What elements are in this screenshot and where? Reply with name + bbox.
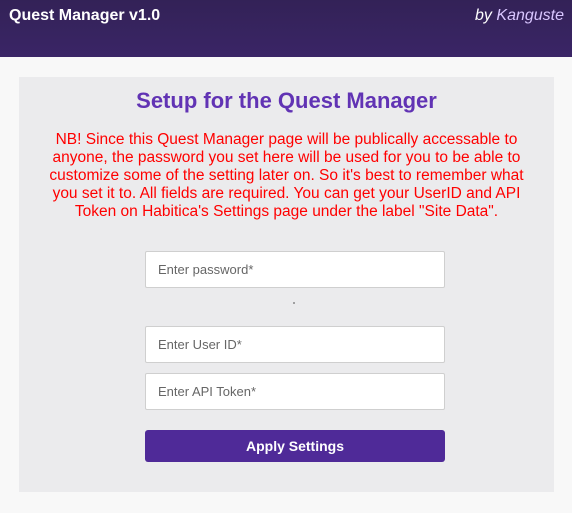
setup-notice: NB! Since this Quest Manager page will b…: [49, 131, 524, 220]
user-id-input[interactable]: [145, 326, 445, 363]
setup-panel: Setup for the Quest Manager NB! Since th…: [19, 77, 554, 492]
app-title: Quest Manager v1.0: [9, 7, 161, 24]
author-credit: by Kanguste: [475, 7, 564, 25]
api-token-input[interactable]: [145, 373, 445, 410]
setup-title: Setup for the Quest Manager: [136, 88, 437, 113]
author-name: Kanguste: [496, 7, 564, 24]
separator-dot: [293, 302, 295, 304]
top-header-bar: Quest Manager v1.0 by Kanguste: [0, 0, 572, 57]
password-input[interactable]: [145, 251, 445, 288]
by-word: by: [475, 7, 492, 24]
apply-settings-button[interactable]: Apply Settings: [145, 430, 445, 462]
